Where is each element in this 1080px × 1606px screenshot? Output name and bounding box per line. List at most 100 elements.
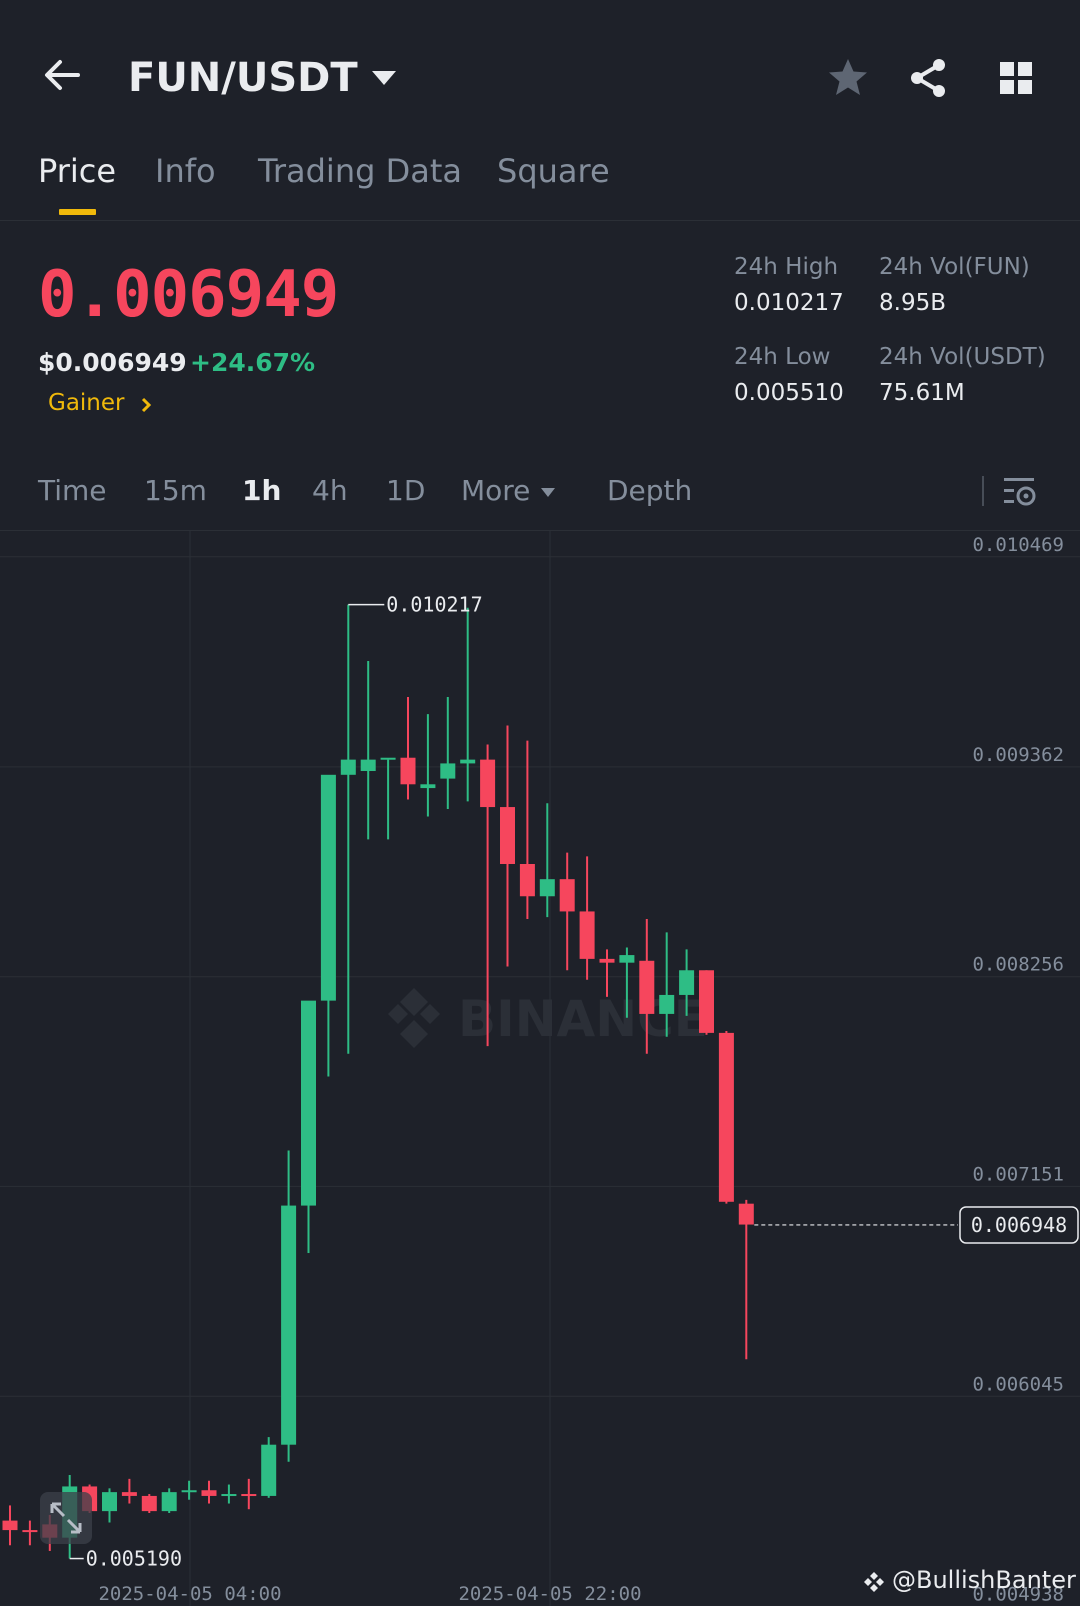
candle-body [320, 774, 336, 1001]
candle [360, 660, 376, 840]
active-tab-indicator [59, 209, 96, 215]
annotations-layer: 0.010217 0.005190 0.006948 [69, 593, 1079, 1571]
interval-15m[interactable]: 15m [144, 474, 207, 507]
candle-body [539, 879, 555, 897]
interval-1d[interactable]: 1D [386, 474, 425, 507]
binance-square-icon [864, 1572, 884, 1592]
candle-body [340, 759, 356, 775]
candle-body [420, 784, 436, 789]
candle-body [440, 763, 456, 779]
grid-icon[interactable] [994, 56, 1038, 100]
candle-body [102, 1492, 117, 1512]
candle [519, 740, 535, 920]
tab-trading-data[interactable]: Trading Data [258, 152, 462, 190]
candles-layer [2, 604, 754, 1559]
interval-bar: Time 15m 1h 4h 1D More Depth [0, 460, 1080, 531]
stat-low-label: 24h Low [734, 344, 831, 370]
interval-1h[interactable]: 1h [242, 474, 281, 507]
candlestick-chart[interactable]: BINANCE 0.0102170.0051900.006948 0.01046… [0, 530, 1080, 1606]
candle-body [161, 1492, 177, 1512]
gainer-tag[interactable]: Gainer [48, 390, 125, 416]
y-tick-label: 0.008256 [972, 954, 1064, 976]
caret-down-icon[interactable] [370, 68, 398, 88]
candle [340, 604, 356, 1054]
candle [281, 1150, 297, 1462]
tab-price[interactable]: Price [38, 152, 116, 190]
candle [380, 757, 396, 840]
candle-body [261, 1444, 277, 1496]
candle [500, 725, 515, 967]
stat-high-label: 24h High [734, 254, 839, 280]
chart-settings-icon[interactable] [1002, 474, 1038, 510]
candle-body [221, 1494, 237, 1497]
candle-body [599, 958, 615, 963]
candle [2, 1505, 18, 1546]
chart-grid [0, 530, 1080, 1606]
candle-body [519, 863, 535, 897]
candle-body [460, 759, 476, 764]
last-price: 0.006949 [38, 258, 339, 332]
candle-body [141, 1495, 157, 1512]
interval-4h[interactable]: 4h [312, 474, 348, 507]
star-icon[interactable] [826, 56, 870, 100]
chevron-right-icon[interactable] [138, 396, 154, 414]
stat-vol-base-label: 24h Vol(FUN) [879, 254, 1030, 280]
candle [181, 1480, 197, 1500]
candle [460, 607, 476, 802]
candle [400, 696, 416, 800]
candle [420, 714, 436, 817]
stat-vol-quote-label: 24h Vol(USDT) [879, 344, 1046, 370]
interval-depth[interactable]: Depth [607, 474, 692, 507]
pair-title[interactable]: FUN/USDT [128, 55, 358, 101]
candle [102, 1488, 117, 1523]
candle-body [281, 1205, 297, 1445]
candle-body [579, 911, 595, 959]
candle-body [500, 807, 515, 864]
candle-body [738, 1203, 754, 1225]
y-tick-label: 0.010469 [972, 534, 1064, 556]
candle [241, 1478, 257, 1510]
x-tick-label: 2025-04-05 22:00 [458, 1583, 641, 1605]
candle [718, 1030, 734, 1204]
candle [141, 1494, 157, 1514]
stat-vol-quote-value: 75.61M [879, 380, 965, 406]
share-icon[interactable] [906, 56, 950, 100]
more-caret-icon[interactable] [540, 487, 556, 498]
binance-logo-icon [388, 988, 440, 1048]
back-arrow-icon[interactable] [38, 50, 88, 100]
high-marker-label: 0.010217 [386, 593, 482, 617]
candle [221, 1484, 237, 1504]
expand-icon [50, 1502, 82, 1534]
app-root: FUN/USDT Price Info Trading Data Square … [0, 0, 1080, 1606]
candle-body [699, 970, 714, 1033]
tab-bar: Price Info Trading Data Square [0, 140, 1080, 221]
candle-body [639, 960, 655, 1014]
tab-square[interactable]: Square [497, 152, 610, 190]
candle [261, 1437, 277, 1498]
candle-body [22, 1530, 38, 1533]
candle-body [659, 994, 675, 1014]
y-tick-label: 0.006045 [972, 1373, 1064, 1395]
candle [539, 803, 555, 918]
candle-body [718, 1032, 734, 1202]
tab-info[interactable]: Info [155, 152, 216, 190]
candle [22, 1520, 38, 1546]
candle [738, 1199, 754, 1360]
candle-body [559, 879, 575, 912]
interval-more[interactable]: More [461, 474, 530, 507]
candle-body [400, 757, 416, 785]
candle [579, 856, 595, 980]
candle-body [480, 759, 496, 808]
candle-body [181, 1490, 197, 1493]
candle-body [121, 1492, 137, 1496]
x-tick-label: 2025-04-05 04:00 [98, 1583, 281, 1605]
stat-high-value: 0.010217 [734, 290, 844, 316]
candle [559, 852, 575, 971]
candle-body [679, 970, 695, 995]
candle [161, 1488, 177, 1514]
expand-chart-button[interactable] [40, 1492, 92, 1544]
interval-time[interactable]: Time [38, 474, 107, 507]
candle [320, 774, 336, 1077]
candle-body [619, 955, 635, 963]
low-marker-label: 0.005190 [86, 1547, 182, 1571]
